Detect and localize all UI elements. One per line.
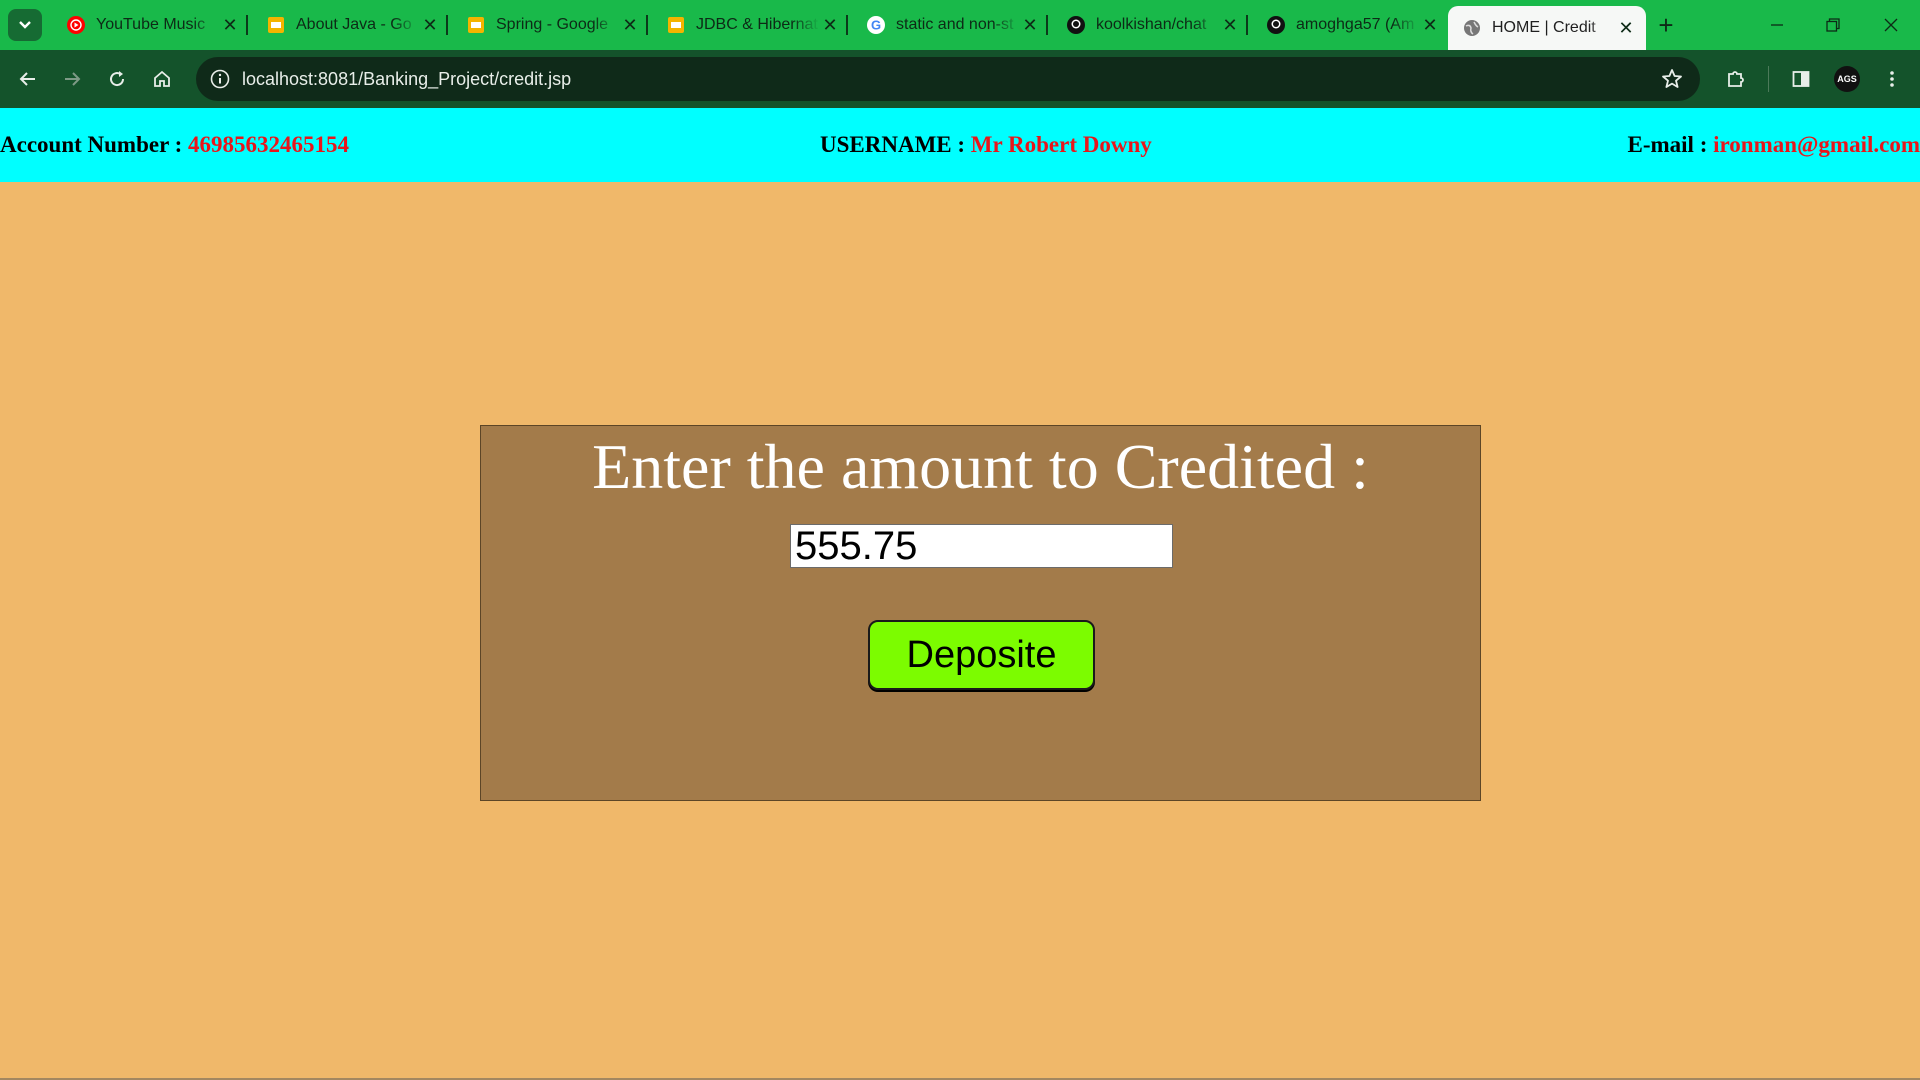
tab-title: koolkishan/chat — [1096, 16, 1207, 33]
tab-separator — [246, 15, 248, 35]
bookmark-star-icon[interactable] — [1660, 67, 1684, 91]
deposit-button[interactable]: Deposite — [868, 620, 1095, 690]
site-info-icon[interactable] — [208, 67, 232, 91]
close-icon[interactable]: ✕ — [820, 15, 840, 36]
tab-separator — [1246, 15, 1248, 35]
tab-static-non-static[interactable]: G static and non-st ✕ — [852, 6, 1050, 44]
tab-amoghga57[interactable]: amoghga57 (Am ✕ — [1252, 6, 1450, 44]
tab-separator — [646, 15, 648, 35]
user-info-bar: Account Number : 46985632465154 USERNAME… — [0, 108, 1920, 182]
tab-title: YouTube Music — [96, 16, 206, 33]
home-button[interactable] — [146, 63, 178, 95]
tab-title: About Java - Go — [296, 16, 412, 33]
more-vertical-icon — [1890, 71, 1894, 87]
credit-heading: Enter the amount to Credited : — [592, 431, 1369, 502]
browser-toolbar: localhost:8081/Banking_Project/credit.js… — [0, 50, 1920, 108]
tab-strip: YouTube Music ✕ About Java - Go ✕ Spring… — [0, 0, 1920, 50]
amount-input[interactable] — [790, 524, 1173, 568]
arrow-right-icon — [65, 72, 81, 86]
google-slides-icon — [666, 15, 686, 35]
close-icon[interactable]: ✕ — [220, 15, 240, 36]
close-icon[interactable]: ✕ — [1220, 15, 1240, 36]
profile-button[interactable]: AGS — [1831, 63, 1863, 95]
toolbar-divider — [1768, 66, 1769, 92]
google-slides-icon — [266, 15, 286, 35]
tab-title: static and non-st — [896, 16, 1014, 33]
username: USERNAME : Mr Robert Downy — [820, 108, 1152, 182]
tab-koolkishan-chat[interactable]: koolkishan/chat ✕ — [1052, 6, 1250, 44]
youtube-music-icon — [66, 15, 86, 35]
arrow-left-icon — [19, 72, 35, 86]
minimize-button[interactable] — [1748, 0, 1806, 50]
reload-button[interactable] — [101, 63, 133, 95]
chevron-down-icon — [19, 21, 31, 29]
restore-button[interactable] — [1804, 0, 1862, 50]
tab-home-credit[interactable]: HOME | Credit ✕ — [1448, 6, 1646, 50]
tab-title: JDBC & Hibernat — [696, 16, 818, 33]
credit-form-panel: Enter the amount to Credited : Deposite — [480, 425, 1481, 801]
username-label: USERNAME : — [820, 132, 971, 157]
tab-separator — [446, 15, 448, 35]
account-number-label: Account Number : — [0, 132, 189, 157]
tab-title: HOME | Credit — [1492, 19, 1596, 36]
close-icon[interactable]: ✕ — [1616, 18, 1636, 39]
close-icon[interactable]: ✕ — [620, 15, 640, 36]
globe-icon — [1462, 18, 1482, 38]
tab-separator — [846, 15, 848, 35]
close-icon — [1884, 18, 1898, 32]
github-icon — [1266, 15, 1286, 35]
tab-jdbc-hibernate[interactable]: JDBC & Hibernat ✕ — [652, 6, 850, 44]
reload-icon — [110, 71, 125, 87]
home-icon — [154, 70, 170, 87]
side-panel-button[interactable] — [1785, 63, 1817, 95]
menu-button[interactable] — [1876, 63, 1908, 95]
email: E-mail : ironman@gmail.com — [1628, 108, 1920, 182]
google-icon: G — [866, 15, 886, 35]
url-text: localhost:8081/Banking_Project/credit.js… — [242, 69, 572, 89]
email-value: ironman@gmail.com — [1713, 132, 1920, 157]
close-window-button[interactable] — [1862, 0, 1920, 50]
puzzle-icon — [1728, 71, 1744, 87]
close-icon[interactable]: ✕ — [1020, 15, 1040, 36]
avatar: AGS — [1834, 66, 1860, 92]
email-label: E-mail : — [1627, 132, 1714, 157]
minimize-icon — [1771, 24, 1783, 26]
tab-title: amoghga57 (Am — [1296, 16, 1415, 33]
github-icon — [1066, 15, 1086, 35]
address-bar[interactable]: localhost:8081/Banking_Project/credit.js… — [196, 57, 1700, 101]
tab-search-button[interactable] — [8, 9, 42, 41]
close-icon[interactable]: ✕ — [1420, 15, 1440, 36]
forward-button[interactable] — [56, 63, 88, 95]
tab-about-java[interactable]: About Java - Go ✕ — [252, 6, 450, 44]
restore-icon — [1826, 18, 1840, 32]
account-number: Account Number : 46985632465154 — [0, 108, 349, 182]
tab-title: Spring - Google — [496, 16, 609, 33]
google-slides-icon — [466, 15, 486, 35]
tab-spring[interactable]: Spring - Google ✕ — [452, 6, 650, 44]
tab-youtube-music[interactable]: YouTube Music ✕ — [52, 6, 250, 44]
side-panel-icon — [1792, 71, 1810, 87]
back-button[interactable] — [12, 63, 44, 95]
extensions-button[interactable] — [1720, 63, 1752, 95]
username-value: Mr Robert Downy — [970, 132, 1152, 157]
new-tab-button[interactable]: + — [1650, 9, 1682, 41]
plus-icon: + — [1658, 10, 1674, 40]
close-icon[interactable]: ✕ — [420, 15, 440, 36]
tab-separator — [1046, 15, 1048, 35]
account-number-value: 46985632465154 — [188, 132, 350, 157]
svg-text:G: G — [871, 18, 881, 33]
